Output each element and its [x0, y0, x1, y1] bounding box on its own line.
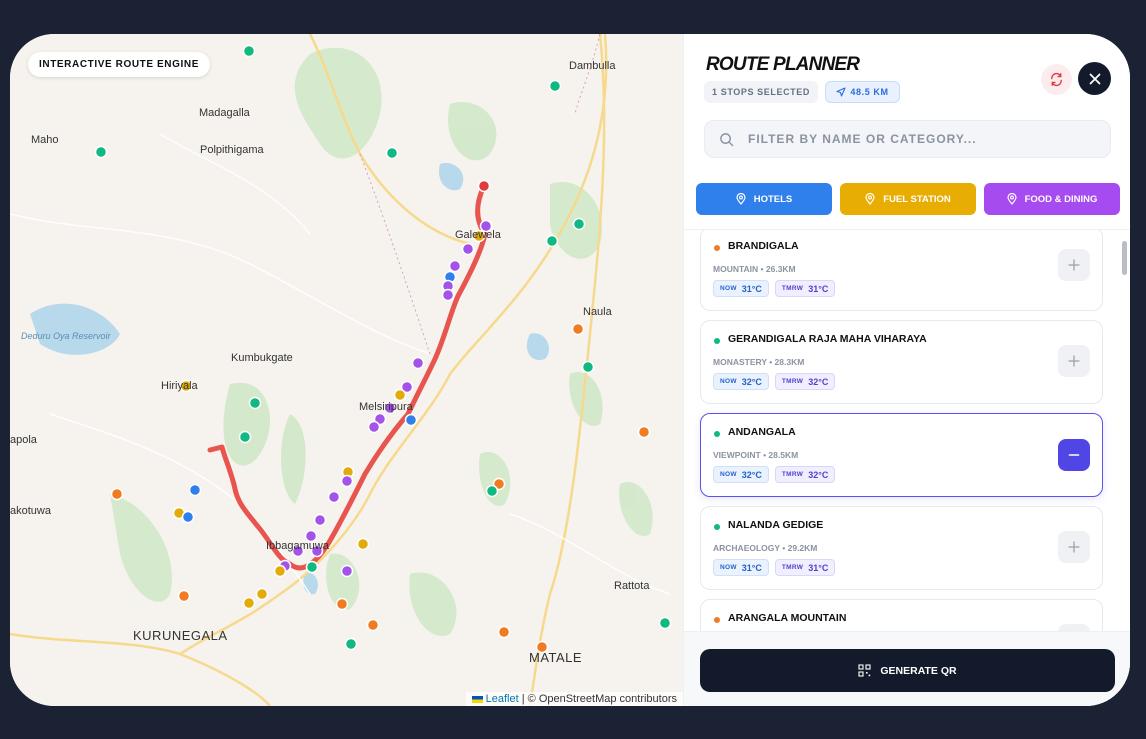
category-dot — [714, 245, 720, 251]
map-pin-icon — [1006, 193, 1017, 205]
route-engine-badge: INTERACTIVE ROUTE ENGINE — [28, 52, 210, 77]
page-title: ROUTE PLANNER — [706, 54, 860, 75]
map-label-kurunegala: KURUNEGALA — [133, 628, 228, 643]
map-label-matale: MATALE — [529, 650, 583, 665]
map-label-madagalla: Madagalla — [199, 107, 250, 119]
map-label-hiriyala: Hiriyala — [161, 380, 198, 392]
map-pin-icon — [865, 193, 875, 205]
place-item-gerandigala[interactable]: GERANDIGALA RAJA MAHA VIHARAYA MONASTERY… — [700, 320, 1103, 404]
distance-badge: 48.5 KM — [825, 81, 900, 103]
map-label-naula: Naula — [583, 306, 612, 318]
leaflet-link[interactable]: Leaflet — [486, 693, 519, 705]
category-dot — [714, 617, 720, 623]
category-dot — [714, 338, 720, 344]
remove-stop-button[interactable] — [1058, 439, 1090, 471]
weather-now-tag: NOW 32°C — [713, 466, 769, 483]
weather-tomorrow-tag: TMRW 32°C — [774, 466, 836, 483]
map-pin-icon — [736, 193, 746, 205]
map-label-deduru-reservoir: Deduru Oya Reservoir — [21, 331, 111, 341]
planner-panel: ROUTE PLANNER 1 STOPS SELECTED 48.5 KM H… — [683, 34, 1130, 706]
weather-tags: NOW 31°C TMRW 31°C — [713, 559, 836, 576]
weather-tomorrow-tag: TMRW 31°C — [774, 559, 836, 576]
weather-tomorrow-tag: TMRW 31°C — [774, 280, 836, 297]
place-meta: VIEWPOINT • 28.5KM — [713, 450, 799, 460]
category-label: HOTELS — [753, 193, 793, 205]
add-stop-button[interactable] — [1058, 249, 1090, 281]
stops-selected-badge: 1 STOPS SELECTED — [704, 81, 818, 103]
place-item-nalanda-gedige[interactable]: NALANDA GEDIGE ARCHAEOLOGY • 29.2KM NOW 3… — [700, 506, 1103, 590]
route-planner-window: INTERACTIVE ROUTE ENGINE Dambulla Maho M… — [10, 34, 1130, 706]
add-stop-button[interactable] — [1058, 624, 1090, 631]
map-label-rattota: Rattota — [614, 580, 650, 592]
map-label-melsiripura: Melsiripura — [359, 401, 413, 413]
generate-qr-label: GENERATE QR — [880, 664, 957, 677]
weather-tomorrow-tag: TMRW 32°C — [774, 373, 836, 390]
place-name: ARANGALA MOUNTAIN — [728, 612, 847, 624]
weather-now-tag: NOW 31°C — [713, 280, 769, 297]
map-label-maho: Maho — [31, 134, 59, 146]
category-dot — [714, 524, 720, 530]
add-stop-button[interactable] — [1058, 345, 1090, 377]
close-icon — [1089, 73, 1100, 84]
qr-code-icon — [858, 664, 871, 677]
category-dot — [714, 431, 720, 437]
place-meta: MONASTERY • 28.3KM — [713, 357, 805, 367]
place-meta: ARCHAEOLOGY • 29.2KM — [713, 543, 818, 553]
weather-tags: NOW 32°C TMRW 32°C — [713, 373, 836, 390]
place-name: BRANDIGALA — [728, 240, 799, 252]
map-base — [10, 34, 672, 706]
place-item-arangala-mountain[interactable]: ARANGALA MOUNTAIN — [700, 599, 1103, 631]
category-filters: HOTELS FUEL STATION FOOD & DINING — [696, 183, 1120, 215]
map-label-ibbagamuwa: Ibbagamuwa — [266, 540, 329, 552]
ukraine-flag-icon — [471, 695, 483, 703]
category-label: FUEL STATION — [883, 193, 951, 205]
search-input[interactable] — [748, 132, 1078, 146]
place-item-brandigala[interactable]: BRANDIGALA MOUNTAIN • 26.3KM NOW 31°C TMR… — [700, 230, 1103, 311]
refresh-button[interactable] — [1041, 64, 1072, 95]
map-label-polpithigama: Polpithigama — [200, 144, 264, 156]
map-label-kumbukgate: Kumbukgate — [231, 352, 293, 364]
map-view[interactable]: INTERACTIVE ROUTE ENGINE Dambulla Maho M… — [10, 34, 683, 706]
list-scrollbar[interactable] — [1122, 241, 1127, 275]
place-name: ANDANGALA — [728, 426, 796, 438]
weather-tags: NOW 32°C TMRW 32°C — [713, 466, 836, 483]
category-label: FOOD & DINING — [1024, 193, 1098, 205]
minus-icon — [1068, 454, 1080, 456]
navigation-arrow-icon — [836, 87, 846, 97]
category-hotels-button[interactable]: HOTELS — [696, 183, 832, 215]
plus-icon — [1068, 259, 1080, 271]
plus-icon — [1068, 355, 1080, 367]
generate-qr-button[interactable]: GENERATE QR — [700, 649, 1115, 692]
category-fuel-button[interactable]: FUEL STATION — [840, 183, 976, 215]
weather-now-tag: NOW 31°C — [713, 559, 769, 576]
place-item-andangala[interactable]: ANDANGALA VIEWPOINT • 28.5KM NOW 32°C TMR… — [700, 413, 1103, 497]
close-button[interactable] — [1078, 62, 1111, 95]
place-name: GERANDIGALA RAJA MAHA VIHARAYA — [728, 333, 927, 345]
osm-link[interactable]: OpenStreetMap contributors — [539, 693, 677, 705]
weather-now-tag: NOW 32°C — [713, 373, 769, 390]
attribution-separator: | © — [518, 693, 539, 705]
map-label-dambulla: Dambulla — [569, 60, 616, 72]
place-meta: MOUNTAIN • 26.3KM — [713, 264, 796, 274]
weather-tags: NOW 31°C TMRW 31°C — [713, 280, 836, 297]
place-name: NALANDA GEDIGE — [728, 519, 824, 531]
plus-icon — [1068, 541, 1080, 553]
add-stop-button[interactable] — [1058, 531, 1090, 563]
search-bar — [704, 120, 1111, 158]
map-label-galewela: Galewela — [455, 229, 501, 241]
map-label-polpola: apola — [10, 434, 37, 446]
search-icon — [720, 132, 734, 146]
place-list[interactable]: BRANDIGALA MOUNTAIN • 26.3KM NOW 31°C TMR… — [684, 229, 1130, 631]
panel-footer: GENERATE QR — [684, 631, 1130, 706]
map-attribution: Leaflet | © OpenStreetMap contributors — [465, 692, 683, 706]
distance-value: 48.5 KM — [850, 87, 889, 97]
refresh-icon — [1051, 72, 1062, 87]
category-food-button[interactable]: FOOD & DINING — [984, 183, 1120, 215]
map-label-makotuwa: akotuwa — [10, 505, 51, 517]
